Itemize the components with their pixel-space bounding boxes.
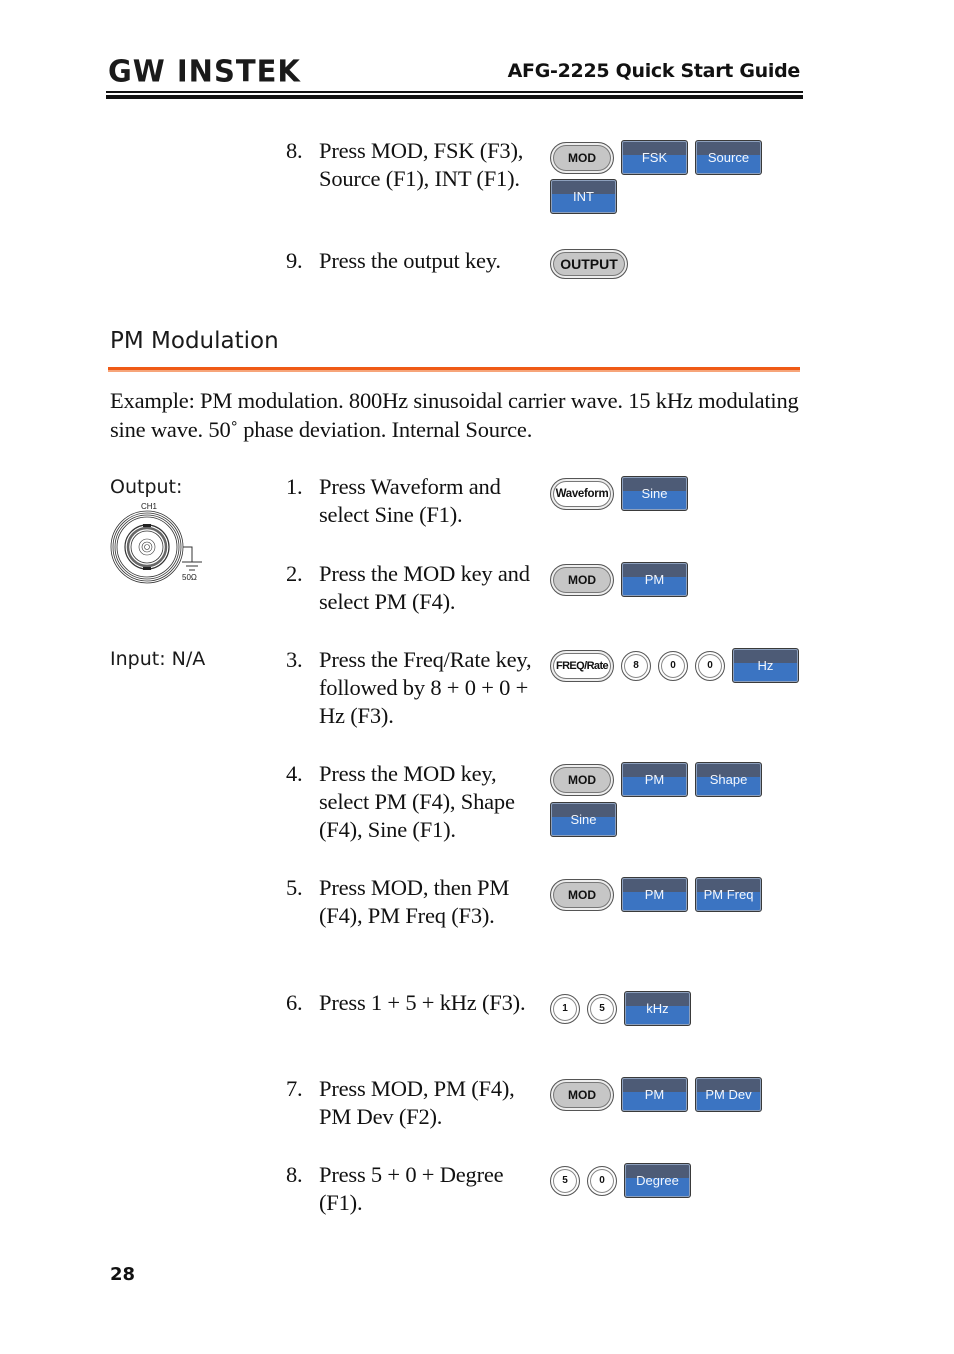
key-sequence: FREQ/Rate 8 0 0 Hz (550, 648, 799, 683)
key-sequence: INT (550, 179, 617, 214)
key-sequence: MOD FSK Source (550, 140, 762, 175)
step-number: 1. (286, 474, 303, 499)
key-sequence: Waveform Sine (550, 476, 688, 511)
output-label: Output: (110, 476, 183, 498)
step-number: 8. (286, 138, 303, 163)
step-number: 7. (286, 1076, 303, 1101)
step-number: 5. (286, 875, 303, 900)
softkey-khz[interactable]: kHz (624, 991, 691, 1026)
section-rule-shadow (108, 370, 800, 372)
step-number: 8. (286, 1162, 303, 1187)
guide-title: AFG-2225 Quick Start Guide (507, 60, 801, 82)
softkey-sine[interactable]: Sine (621, 476, 688, 511)
key-sequence: OUTPUT (550, 249, 628, 279)
header-rule-thick (106, 95, 803, 99)
digit-key-1[interactable]: 1 (550, 993, 580, 1024)
softkey-sine[interactable]: Sine (550, 802, 617, 837)
key-sequence: 5 0 Degree (550, 1163, 691, 1198)
step-number: 4. (286, 761, 303, 786)
softkey-pm[interactable]: PM (621, 562, 688, 597)
softkey-pm[interactable]: PM (621, 877, 688, 912)
digit-key-8[interactable]: 8 (621, 650, 651, 681)
softkey-source[interactable]: Source (695, 140, 762, 175)
key-sequence: MOD PM PM Dev (550, 1077, 762, 1112)
step-text: Press MOD, FSK (F3), Source (F1), INT (F… (319, 138, 524, 191)
step-number: 3. (286, 647, 303, 672)
input-label: Input: N/A (110, 648, 206, 670)
impedance-label: 50Ω (182, 573, 197, 582)
step-number: 2. (286, 561, 303, 586)
key-sequence: Sine (550, 802, 617, 837)
mod-key[interactable]: MOD (550, 563, 614, 596)
waveform-key[interactable]: Waveform (550, 477, 614, 510)
softkey-pm[interactable]: PM (621, 762, 688, 797)
mod-key[interactable]: MOD (550, 878, 614, 911)
key-sequence: 1 5 kHz (550, 991, 691, 1026)
step-number: 9. (286, 248, 303, 273)
softkey-fsk[interactable]: FSK (621, 140, 688, 175)
step-text: Press the MOD key and select PM (F4). (319, 561, 530, 614)
channel-label: CH1 (141, 502, 158, 511)
digit-key-5[interactable]: 5 (550, 1165, 580, 1196)
step-number: 6. (286, 990, 303, 1015)
example-description: Example: PM modulation. 800Hz sinusoidal… (110, 388, 799, 442)
softkey-pm[interactable]: PM (621, 1077, 688, 1112)
step-text: Press Waveform and select Sine (F1). (319, 474, 501, 527)
bnc-connector-icon: CH1 50Ω (110, 502, 202, 584)
digit-key-0[interactable]: 0 (658, 650, 688, 681)
mod-key[interactable]: MOD (550, 1078, 614, 1111)
step-text: Press MOD, then PM (F4), PM Freq (F3). (319, 875, 510, 928)
section-title: PM Modulation (110, 328, 279, 354)
softkey-degree[interactable]: Degree (624, 1163, 691, 1198)
digit-key-0[interactable]: 0 (695, 650, 725, 681)
step-text: Press 5 + 0 + Degree (F1). (319, 1162, 504, 1215)
mod-key[interactable]: MOD (550, 763, 614, 796)
step-text: Press the output key. (319, 248, 501, 273)
step-text: Press the Freq/Rate key, followed by 8 +… (319, 647, 532, 728)
softkey-pm-freq[interactable]: PM Freq (695, 877, 762, 912)
softkey-hz[interactable]: Hz (732, 648, 799, 683)
brand-logo: GW INSTEK (108, 53, 301, 89)
page-number: 28 (110, 1264, 136, 1285)
digit-key-0[interactable]: 0 (587, 1165, 617, 1196)
digit-key-5[interactable]: 5 (587, 993, 617, 1024)
key-sequence: MOD PM Shape (550, 762, 762, 797)
key-sequence: MOD PM (550, 562, 688, 597)
step-text: Press the MOD key, select PM (F4), Shape… (319, 761, 515, 842)
softkey-pm-dev[interactable]: PM Dev (695, 1077, 762, 1112)
output-key[interactable]: OUTPUT (550, 249, 628, 279)
key-sequence: MOD PM PM Freq (550, 877, 762, 912)
softkey-shape[interactable]: Shape (695, 762, 762, 797)
step-text: Press MOD, PM (F4), PM Dev (F2). (319, 1076, 515, 1129)
mod-key[interactable]: MOD (550, 141, 614, 174)
freq-rate-key[interactable]: FREQ/Rate (550, 649, 614, 682)
step-text: Press 1 + 5 + kHz (F3). (319, 990, 526, 1015)
softkey-int[interactable]: INT (550, 179, 617, 214)
header-rule (106, 91, 803, 93)
